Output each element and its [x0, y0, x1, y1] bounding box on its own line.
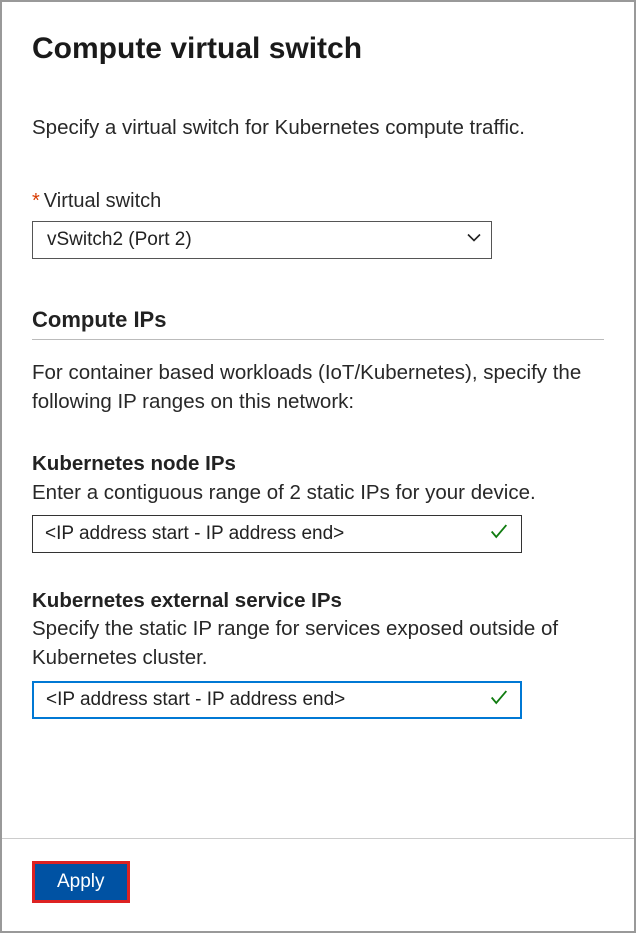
virtual-switch-selected-value: vSwitch2 (Port 2) [47, 229, 192, 251]
compute-ips-header: Compute IPs [32, 307, 604, 340]
service-ips-label: Kubernetes external service IPs [32, 587, 604, 615]
node-ips-description: Enter a contiguous range of 2 static IPs… [32, 478, 604, 507]
service-ips-input[interactable] [32, 681, 522, 719]
virtual-switch-label-text: Virtual switch [44, 190, 161, 212]
node-ips-label: Kubernetes node IPs [32, 450, 604, 478]
apply-button[interactable]: Apply [32, 861, 130, 903]
compute-ips-description: For container based workloads (IoT/Kuber… [32, 358, 604, 416]
node-ips-input[interactable] [32, 515, 522, 553]
page-subtitle: Specify a virtual switch for Kubernetes … [32, 114, 604, 142]
required-star-icon: * [32, 190, 40, 212]
footer-bar: Apply [2, 838, 634, 931]
service-ips-description: Specify the static IP range for services… [32, 614, 604, 672]
virtual-switch-select[interactable]: vSwitch2 (Port 2) [32, 221, 492, 259]
page-title: Compute virtual switch [32, 32, 604, 66]
virtual-switch-label: *Virtual switch [32, 190, 604, 213]
